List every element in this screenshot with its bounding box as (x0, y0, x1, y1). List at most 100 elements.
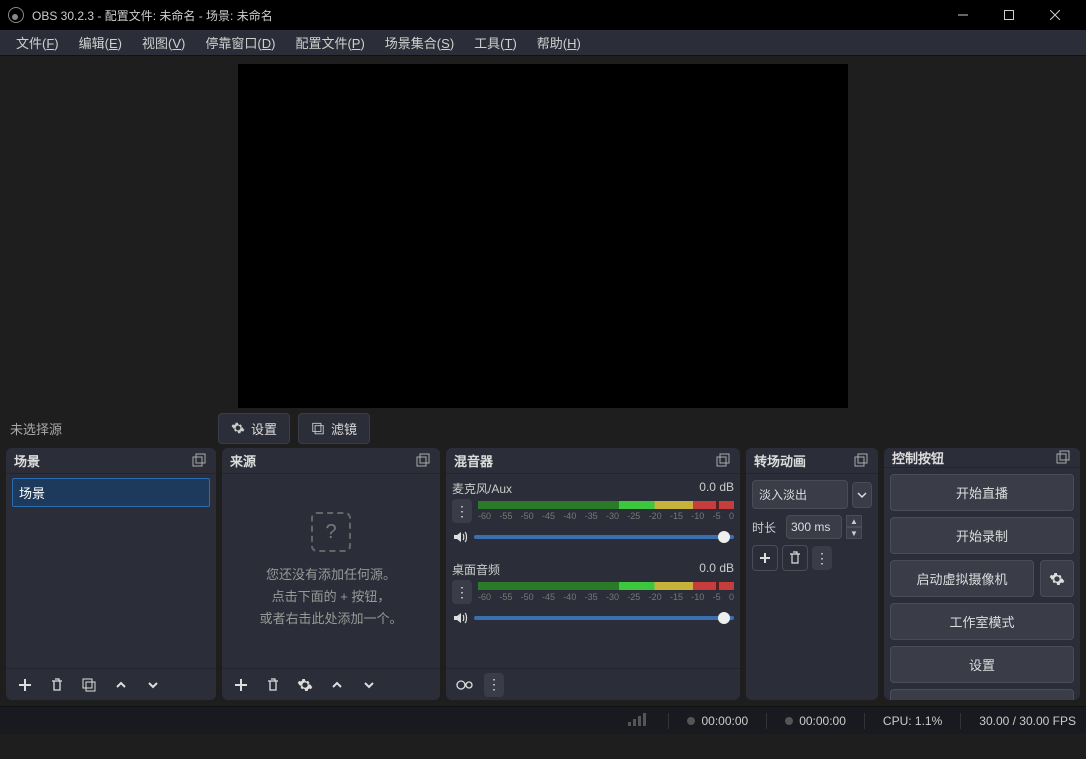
popout-icon[interactable] (716, 453, 732, 469)
scene-transitions-dock: 转场动画 淡入淡出 时长 300 ms ▲ ▼ (746, 448, 878, 700)
sources-empty-line2: 点击下面的 + 按钮， (272, 586, 391, 608)
move-source-down-button[interactable] (356, 672, 382, 698)
speaker-icon[interactable] (452, 610, 468, 626)
start-recording-button[interactable]: 开始录制 (890, 517, 1074, 554)
add-source-button[interactable] (228, 672, 254, 698)
transition-select[interactable]: 淡入淡出 (752, 480, 848, 509)
popout-icon[interactable] (1056, 450, 1072, 466)
move-source-up-button[interactable] (324, 672, 350, 698)
menu-tools[interactable]: 工具(T) (464, 30, 527, 55)
record-time: 00:00:00 (785, 714, 846, 728)
question-icon: ? (311, 512, 351, 552)
duration-up-button[interactable]: ▲ (846, 515, 862, 527)
popout-icon[interactable] (416, 453, 432, 469)
transition-menu-button[interactable]: ⋮ (812, 546, 832, 570)
mixer-title: 混音器 (454, 451, 493, 470)
settings-button[interactable]: 设置 (890, 646, 1074, 683)
chevron-down-icon (857, 490, 867, 500)
sources-empty-line1: 您还没有添加任何源。 (266, 564, 396, 586)
channel-db: 0.0 dB (699, 561, 734, 578)
audio-mixer-dock: 混音器 麦克风/Aux 0.0 dB ⋮ -60-55-50-45-40-35-… (446, 448, 740, 700)
docks-row: 场景 场景 来源 ? 您还没有添加任何源。 点击下面的 + 按钮， 或者 (0, 448, 1086, 700)
duration-label: 时长 (752, 519, 782, 536)
maximize-button[interactable] (986, 0, 1032, 30)
scene-filters-button[interactable] (76, 672, 102, 698)
plus-icon (758, 551, 772, 565)
minimize-button[interactable] (940, 0, 986, 30)
transition-selected: 淡入淡出 (759, 486, 807, 503)
network-icon (628, 713, 650, 729)
controls-dock: 控制按钮 开始直播 开始录制 启动虚拟摄像机 工作室模式 设置 退出 (884, 448, 1080, 700)
close-button[interactable] (1032, 0, 1078, 30)
source-context-bar: 未选择源 设置 滤镜 (0, 408, 1086, 448)
filters-icon (311, 421, 325, 435)
popout-icon[interactable] (854, 453, 870, 469)
db-scale: -60-55-50-45-40-35-30-25-20-15-10-50 (478, 592, 734, 602)
sources-empty-state[interactable]: ? 您还没有添加任何源。 点击下面的 + 按钮， 或者右击此处添加一个。 (222, 474, 440, 668)
exit-button[interactable]: 退出 (890, 689, 1074, 700)
vu-meter (478, 582, 734, 590)
channel-menu-button[interactable]: ⋮ (452, 499, 472, 523)
remove-transition-button[interactable] (782, 545, 808, 571)
chevron-up-icon (114, 678, 128, 692)
title-bar: OBS 30.2.3 - 配置文件: 未命名 - 场景: 未命名 (0, 0, 1086, 30)
transition-duration-input[interactable]: 300 ms (786, 515, 842, 539)
vu-meter (478, 501, 734, 509)
menu-scene-collection[interactable]: 场景集合(S) (375, 30, 464, 55)
scenes-title: 场景 (14, 451, 40, 470)
scenes-dock: 场景 场景 (6, 448, 216, 700)
volume-slider[interactable] (474, 616, 734, 620)
main-area: 未选择源 设置 滤镜 (0, 56, 1086, 448)
move-scene-up-button[interactable] (108, 672, 134, 698)
trash-icon (265, 677, 281, 693)
menu-view[interactable]: 视图(V) (132, 30, 195, 55)
advanced-audio-button[interactable] (452, 672, 478, 698)
add-transition-button[interactable] (752, 545, 778, 571)
status-bar: 00:00:00 00:00:00 CPU: 1.1% 30.00 / 30.0… (0, 706, 1086, 734)
duration-down-button[interactable]: ▼ (846, 527, 862, 539)
sources-dock: 来源 ? 您还没有添加任何源。 点击下面的 + 按钮， 或者右击此处添加一个。 (222, 448, 440, 700)
trash-icon (788, 551, 802, 565)
source-properties-button[interactable]: 设置 (218, 413, 290, 444)
menu-file[interactable]: 文件(F) (6, 30, 69, 55)
channel-db: 0.0 dB (699, 480, 734, 497)
channel-name: 桌面音频 (452, 561, 500, 578)
virtual-cam-settings-button[interactable] (1040, 560, 1074, 597)
studio-mode-button[interactable]: 工作室模式 (890, 603, 1074, 640)
gears-icon (455, 677, 475, 693)
db-scale: -60-55-50-45-40-35-30-25-20-15-10-50 (478, 511, 734, 521)
chevron-down-icon (146, 678, 160, 692)
menu-profile[interactable]: 配置文件(P) (285, 30, 374, 55)
menu-docks[interactable]: 停靠窗口(D) (195, 30, 285, 55)
gear-icon (231, 421, 245, 435)
gear-icon (297, 677, 313, 693)
move-scene-down-button[interactable] (140, 672, 166, 698)
controls-title: 控制按钮 (892, 448, 944, 467)
sources-title: 来源 (230, 451, 256, 470)
source-properties-label: 设置 (251, 419, 277, 438)
context-label: 未选择源 (10, 419, 210, 438)
menu-bar: 文件(F) 编辑(E) 视图(V) 停靠窗口(D) 配置文件(P) 场景集合(S… (0, 30, 1086, 56)
popout-icon[interactable] (192, 453, 208, 469)
gear-icon (1049, 571, 1065, 587)
channel-menu-button[interactable]: ⋮ (452, 580, 472, 604)
chevron-up-icon (330, 678, 344, 692)
trash-icon (49, 677, 65, 693)
start-virtual-cam-button[interactable]: 启动虚拟摄像机 (890, 560, 1034, 597)
menu-edit[interactable]: 编辑(E) (69, 30, 132, 55)
volume-slider[interactable] (474, 535, 734, 539)
menu-help[interactable]: 帮助(H) (527, 30, 591, 55)
scene-item[interactable]: 场景 (12, 478, 210, 507)
start-streaming-button[interactable]: 开始直播 (890, 474, 1074, 511)
source-settings-button[interactable] (292, 672, 318, 698)
preview-canvas[interactable] (238, 64, 848, 408)
transition-dropdown-button[interactable] (852, 482, 872, 508)
mixer-channel: 麦克风/Aux 0.0 dB ⋮ -60-55-50-45-40-35-30-2… (446, 474, 740, 555)
mixer-menu-button[interactable]: ⋮ (484, 673, 504, 697)
source-filters-button[interactable]: 滤镜 (298, 413, 370, 444)
cpu-usage: CPU: 1.1% (883, 714, 942, 728)
speaker-icon[interactable] (452, 529, 468, 545)
remove-source-button[interactable] (260, 672, 286, 698)
remove-scene-button[interactable] (44, 672, 70, 698)
add-scene-button[interactable] (12, 672, 38, 698)
